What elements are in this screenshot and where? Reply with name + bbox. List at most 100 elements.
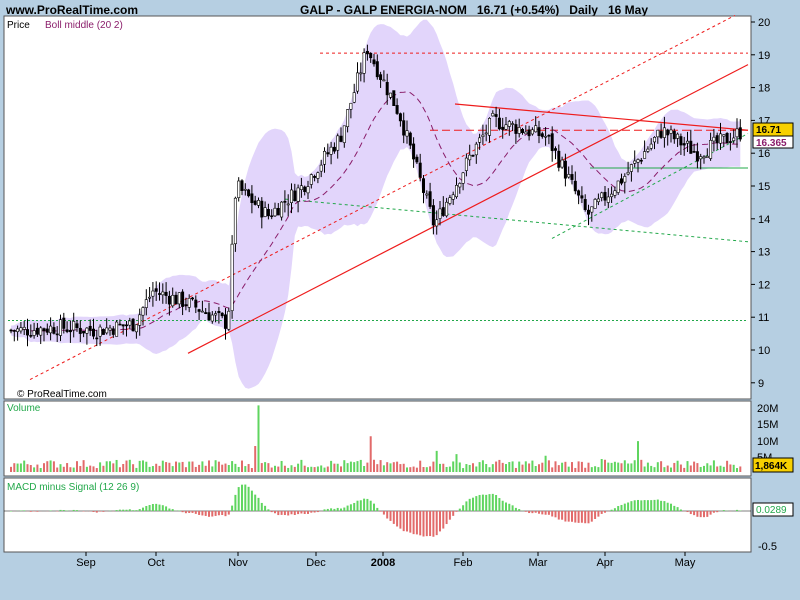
macd-bar — [703, 511, 705, 518]
candle-body — [29, 335, 33, 337]
volume-bar — [13, 463, 16, 472]
candle-body — [187, 297, 191, 308]
macd-bar — [706, 511, 709, 517]
candle-body — [270, 215, 274, 218]
candle-body — [471, 154, 475, 157]
macd-bar — [448, 511, 451, 520]
macd-bar — [33, 511, 36, 512]
macd-bar — [145, 505, 148, 511]
candle-body — [98, 326, 102, 337]
candle-body — [402, 120, 406, 136]
volume-bar — [445, 466, 448, 472]
macd-bar — [524, 511, 527, 512]
volume-bar — [250, 468, 253, 472]
volume-bar — [188, 461, 191, 472]
volume-bar — [95, 468, 98, 472]
macd-bar — [419, 511, 422, 536]
candle-body — [35, 327, 39, 335]
volume-bar — [343, 460, 346, 472]
candle-body — [652, 137, 656, 143]
candle-body — [339, 135, 343, 142]
macd-bar — [349, 504, 352, 511]
candle-body — [342, 125, 346, 143]
candle-body — [12, 330, 16, 332]
volume-bar — [92, 466, 95, 472]
volume-bar — [551, 467, 554, 472]
volume-bar — [498, 459, 501, 472]
candle-body — [728, 141, 732, 143]
volume-bar — [191, 461, 194, 472]
macd-bar — [709, 511, 712, 515]
candle-body — [530, 129, 534, 135]
macd-bar — [211, 511, 214, 517]
volume-bar — [518, 461, 521, 472]
last-price-value: 16.71 — [756, 125, 781, 136]
candle-body — [398, 113, 402, 122]
macd-bar — [168, 508, 171, 511]
price-tick-label: 20 — [758, 17, 770, 29]
volume-bar — [689, 465, 692, 472]
macd-bar — [280, 511, 283, 515]
candle-body — [227, 310, 231, 330]
candle-body — [177, 292, 181, 305]
macd-bar — [310, 511, 313, 513]
volume-bar — [369, 436, 372, 472]
candle-body — [593, 199, 597, 209]
candle-body — [141, 307, 145, 316]
macd-bar — [640, 500, 643, 511]
macd-bar — [10, 511, 12, 512]
candle-body — [355, 72, 359, 92]
candle-body — [217, 311, 221, 314]
volume-bar — [135, 467, 138, 472]
macd-bar — [435, 511, 438, 536]
volume-bar — [10, 466, 12, 472]
candle-body — [306, 186, 310, 194]
volume-bar — [650, 465, 653, 472]
candle-body — [181, 291, 185, 307]
volume-bar — [584, 467, 587, 472]
volume-bar — [412, 466, 415, 472]
chart-canvas[interactable]: 9101112131415161718192020M15M10M5M0-0.5S… — [0, 0, 800, 600]
volume-bar — [231, 461, 234, 472]
volume-bar — [349, 461, 352, 472]
candle-body — [22, 326, 26, 330]
volume-bar — [158, 465, 161, 472]
candle-body — [643, 151, 647, 159]
macd-bar — [604, 511, 606, 513]
copyright-label: © ProRealTime.com — [17, 389, 107, 400]
candle-body — [111, 328, 115, 335]
candle-body — [158, 293, 162, 295]
volume-bar — [561, 462, 564, 472]
volume-bar — [326, 466, 329, 472]
volume-bar — [155, 463, 158, 472]
boll-middle-value: 16.365 — [756, 138, 787, 149]
macd-bar — [551, 511, 554, 517]
volume-bar — [462, 468, 465, 472]
volume-bar — [686, 461, 689, 472]
volume-bar — [435, 450, 438, 472]
candle-body — [692, 151, 696, 153]
candle-body — [732, 137, 736, 141]
candle-body — [55, 333, 59, 336]
volume-bar — [363, 465, 366, 472]
volume-bar — [524, 461, 527, 472]
macd-bar — [597, 511, 600, 517]
macd-bar — [181, 511, 184, 513]
candle-body — [544, 135, 548, 138]
volume-bar — [330, 460, 333, 472]
volume-bar — [62, 466, 65, 472]
macd-bar — [422, 511, 425, 537]
macd-bar — [491, 493, 494, 511]
candle-body — [438, 208, 442, 219]
volume-bar — [168, 462, 171, 472]
volume-bar — [660, 461, 663, 472]
volume-bar — [138, 460, 141, 472]
volume-bar — [429, 466, 432, 472]
volume-bar — [587, 462, 590, 472]
macd-bar — [244, 484, 247, 511]
candle-body — [451, 194, 455, 200]
candle-body — [557, 150, 561, 168]
candle-body — [197, 309, 201, 312]
macd-bar — [217, 511, 220, 516]
macd-bar — [531, 511, 534, 514]
